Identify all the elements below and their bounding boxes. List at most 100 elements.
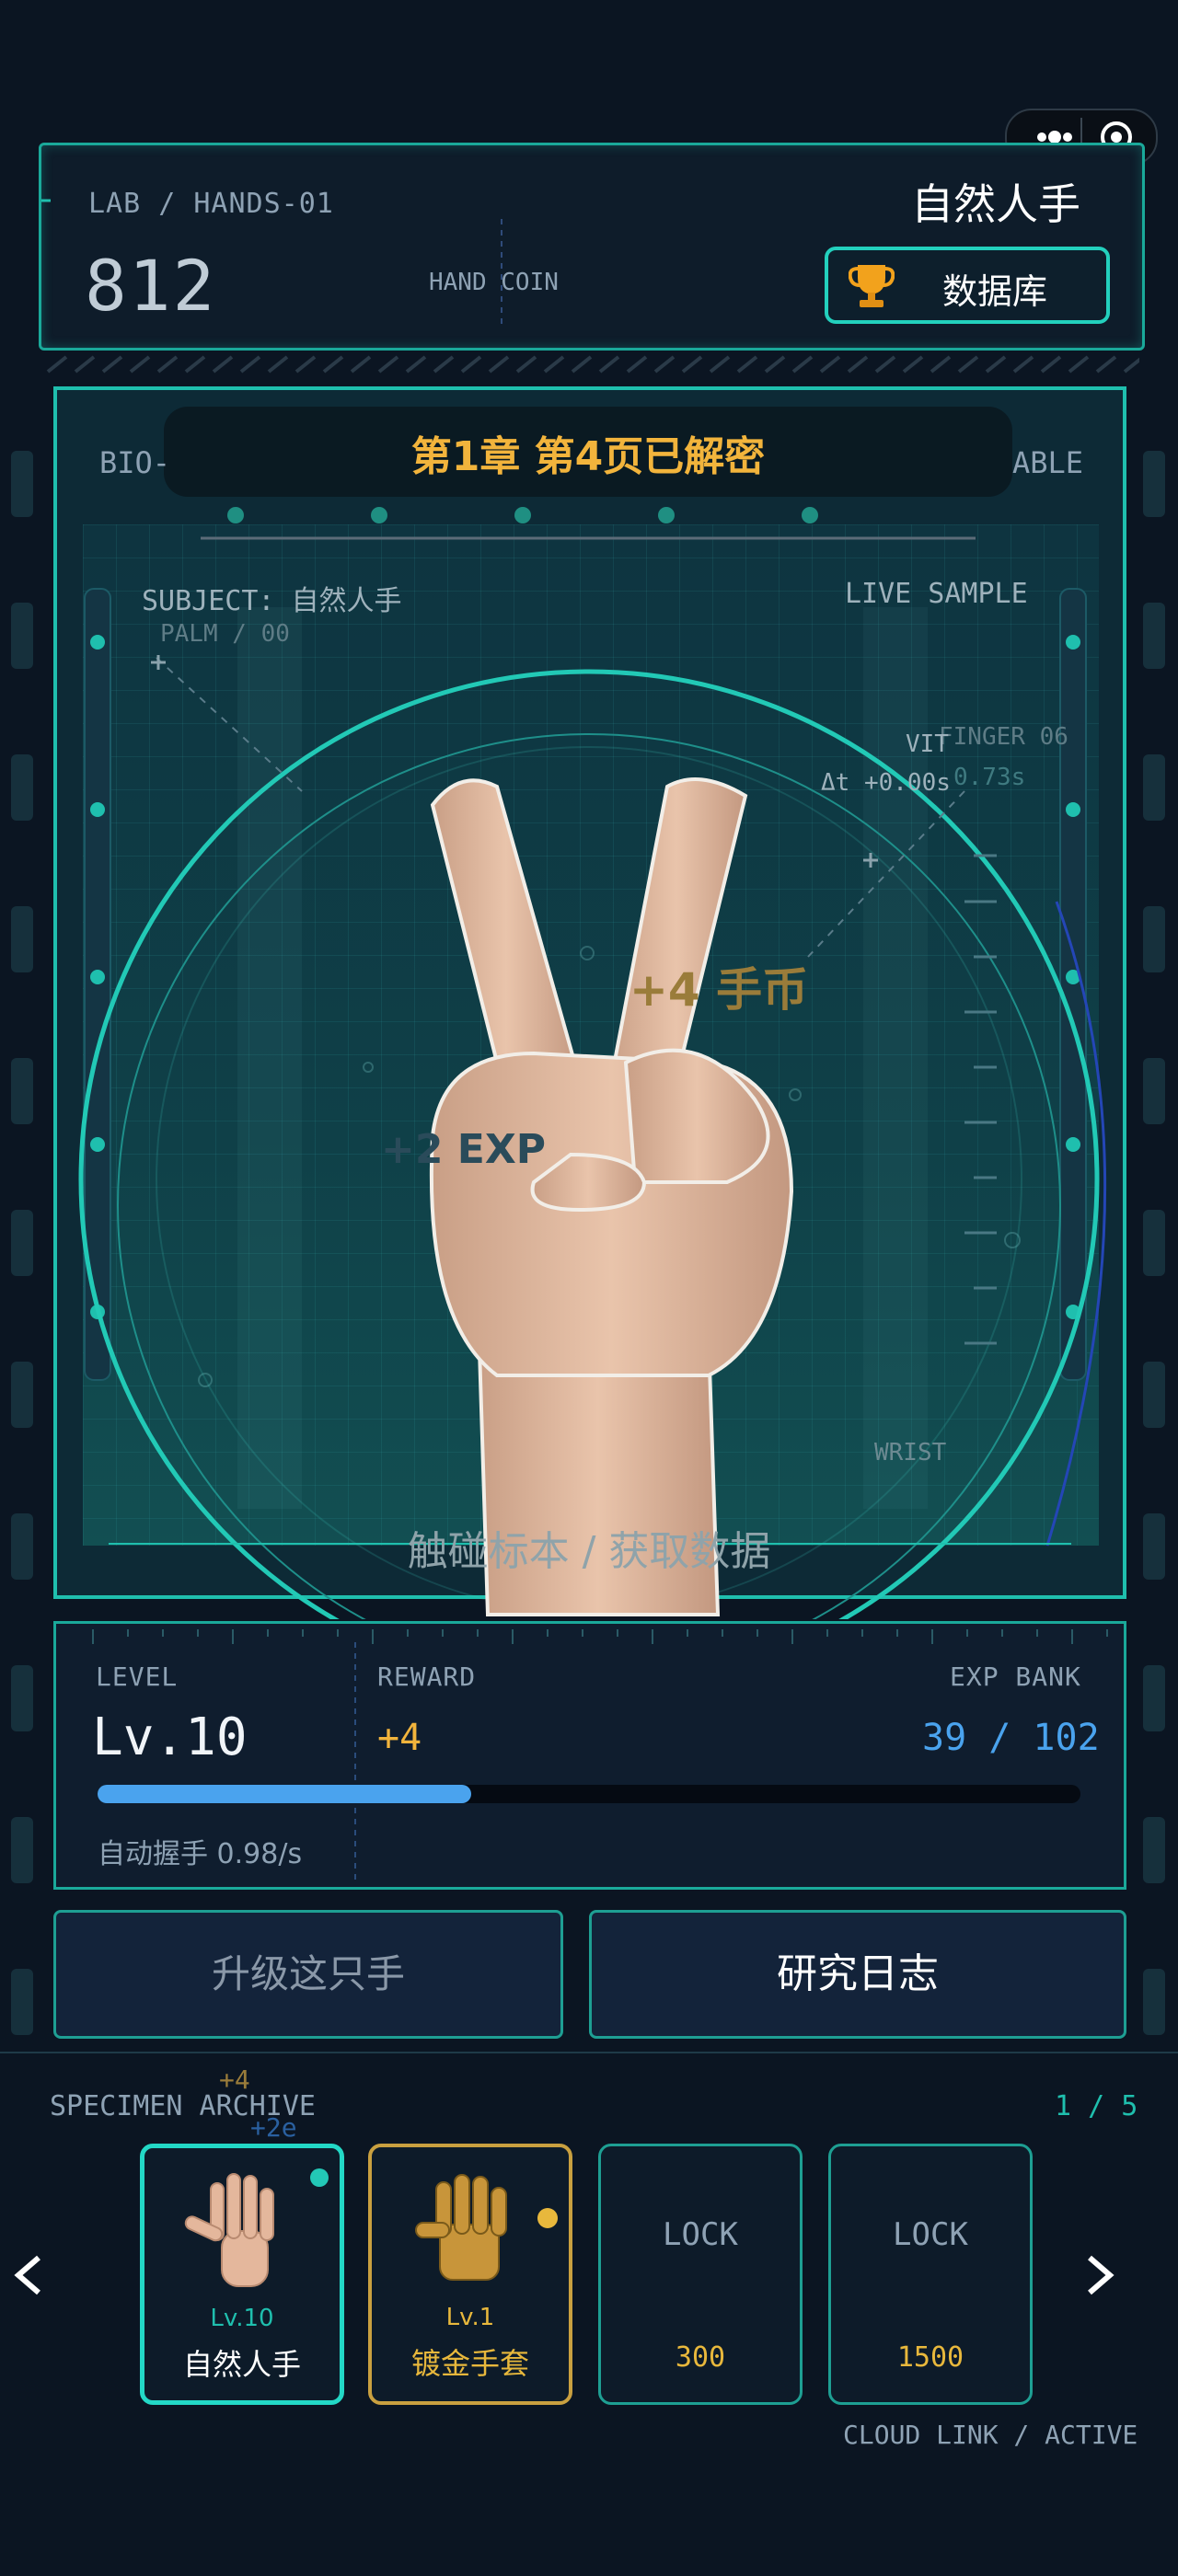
strip-slot [1143,1969,1165,2035]
archive-divider [0,2052,1178,2053]
floating-coin-gain: +4 手币 [629,963,809,1017]
archive-card-locked-1500[interactable]: LOCK 1500 [828,2144,1033,2405]
archive-float-coin: +4 [219,2064,250,2095]
hatch-line [930,355,952,374]
level-label: LEVEL [96,1662,179,1692]
hatch-line [1123,357,1139,374]
strip-slot [11,1665,33,1731]
subject-label: SUBJECT: 自然人手 [142,585,402,617]
strip-slot [11,1969,33,2035]
research-journal-label: 研究日志 [777,1950,939,1997]
strip-slot [11,1513,33,1580]
hatch-line [1012,355,1034,374]
hatch-line [74,355,96,374]
unlocked-dot [537,2208,558,2228]
archive-page-indicator: 1 / 5 [1055,2090,1138,2122]
archive-card-natural-hand[interactable]: Lv.10 自然人手 [140,2144,344,2405]
prev-page-chevron-icon[interactable] [9,2252,46,2298]
chapter-banner-text: 第1章 第4页已解密 [410,433,766,480]
hatch-strip [46,355,1139,374]
unlock-cost: 300 [675,2341,726,2374]
strip-slot [1143,754,1165,821]
reward-value: +4 [377,1717,422,1759]
lock-label: LOCK [663,2216,738,2253]
lab-label: LAB / HANDS-01 [88,188,334,220]
unlock-cost: 1500 [896,2341,964,2374]
strip-slot [11,906,33,972]
live-sample-label: LIVE SAMPLE [845,578,1028,610]
wrist-label: WRIST [874,1439,947,1466]
card-level: Lv.1 [445,2304,495,2331]
strip-slot [11,1362,33,1428]
hatch-line [598,355,620,374]
upgrade-hand-button[interactable]: 升级这只手 [53,1910,563,2039]
strip-slot [11,1210,33,1276]
auto-grip-rate: 自动握手 0.98/s [98,1838,303,1870]
hatch-line [433,355,455,374]
strip-slot [11,1817,33,1883]
hatch-line [571,355,593,374]
strip-slot [11,754,33,821]
delta-t-label: Δt +0.00s [821,769,951,797]
strip-slot [1143,1210,1165,1276]
floating-exp-gain: +2 EXP [381,1126,547,1173]
hatch-line [460,355,482,374]
strip-slot [1143,1665,1165,1731]
archive-card-gold-glove[interactable]: Lv.1 镀金手套 [368,2144,572,2405]
hatch-line [239,355,261,374]
hatch-line [101,355,123,374]
hatch-line [1068,355,1090,374]
strip-slot [11,1058,33,1124]
stage-left-edge: BIO- [99,445,171,480]
next-page-chevron-icon[interactable] [1082,2252,1119,2298]
card-name: 自然人手 [182,2347,301,2382]
hatch-line [405,355,427,374]
database-label: 数据库 [942,271,1048,312]
hatch-line [322,355,344,374]
strip-slot [1143,1513,1165,1580]
palm-label: PALM / 00 [160,620,290,648]
strip-slot [1143,603,1165,669]
touch-specimen-prompt[interactable]: 触碰标本 / 获取数据 [368,1518,810,1577]
hatch-line [46,355,68,374]
hatch-line [488,355,510,374]
stage-right-edge: ABLE [1012,445,1084,480]
delta-t-secondary: 0.73s [953,764,1026,791]
hatch-line [819,355,841,374]
coin-count: 812 [85,245,217,327]
active-dot [310,2168,329,2187]
database-button[interactable]: 数据库 [825,247,1110,324]
hatch-line [212,355,234,374]
research-journal-button[interactable]: 研究日志 [589,1910,1126,2039]
hand-specimen-image[interactable] [405,750,828,1619]
hatch-line [681,355,703,374]
natural-hand-thumb [184,2173,274,2287]
cloud-link-status: CLOUD LINK / ACTIVE [843,2420,1138,2450]
hatch-line [791,355,814,374]
hand-name: 自然人手 [911,179,1080,229]
card-name: 镀金手套 [410,2346,529,2381]
hatch-line [736,355,758,374]
hatch-line [874,355,896,374]
reward-label: REWARD [377,1662,477,1692]
hatch-line [1040,355,1062,374]
hatch-line [515,355,537,374]
hatch-line [1095,355,1117,374]
strip-slot [1143,906,1165,972]
hatch-line [129,355,151,374]
hatch-line [902,355,924,374]
hatch-line [156,355,179,374]
lock-label: LOCK [893,2216,968,2253]
exp-bank-label: EXP BANK [950,1662,1081,1692]
hatch-line [985,355,1007,374]
archive-card-locked-300[interactable]: LOCK 300 [598,2144,803,2405]
level-value: Lv.10 [92,1708,248,1767]
coin-label: HAND COIN [429,269,559,296]
finger-label: FINGER 06 [939,723,1068,751]
upgrade-hand-label: 升级这只手 [211,1951,405,1996]
hatch-line [764,355,786,374]
archive-float-exp: +2e [250,2112,297,2143]
hatch-line [957,355,979,374]
hatch-line [543,355,565,374]
hatch-line [626,355,648,374]
